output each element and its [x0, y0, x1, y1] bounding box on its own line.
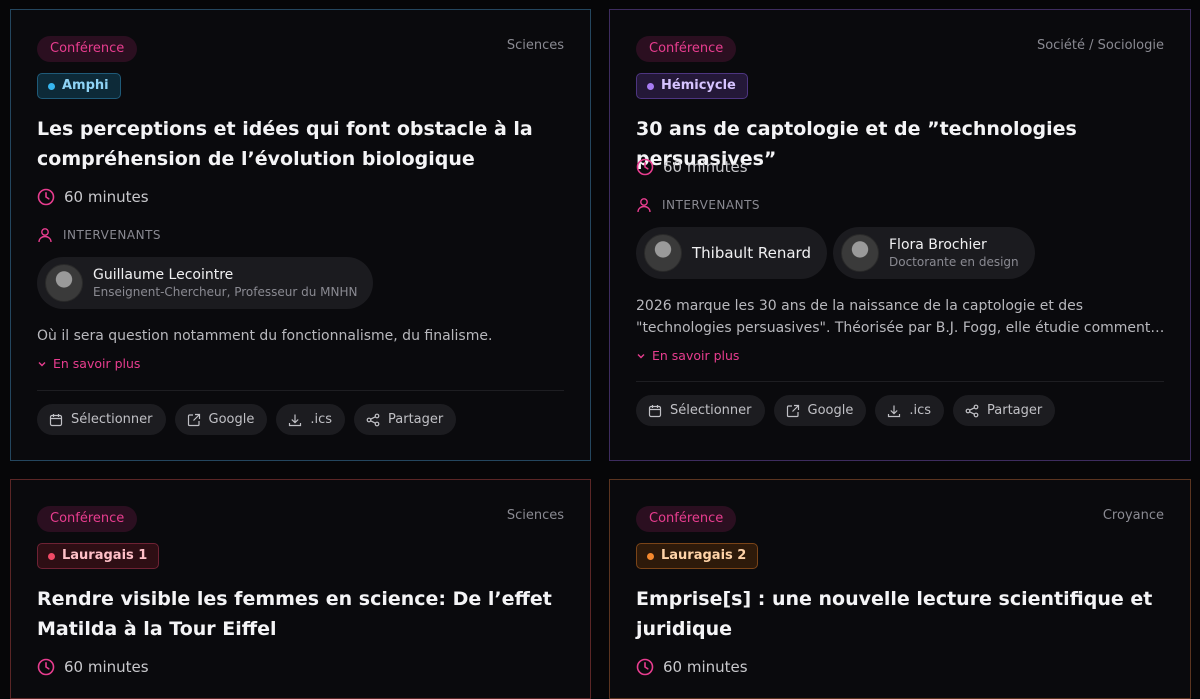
event-type-badge: Conférence	[636, 506, 737, 532]
speaker-avatar	[45, 264, 83, 302]
calendar-icon	[49, 413, 63, 426]
event-title: Rendre visible les femmes en science: De…	[37, 588, 552, 640]
event-type-badge: Conférence	[636, 36, 737, 62]
room-label: Amphi	[62, 78, 109, 93]
room-badge: Amphi	[37, 73, 121, 99]
room-dot-icon	[48, 82, 55, 90]
person-icon	[637, 198, 651, 213]
event-category: Sciences	[506, 38, 564, 53]
event-duration: 60 minutes	[636, 658, 748, 676]
event-title: Emprise[s] : une nouvelle lecture scient…	[636, 588, 1153, 640]
chevron-down-icon	[637, 353, 645, 358]
event-title: Les perceptions et idées qui font obstac…	[37, 118, 533, 170]
event-duration: 60 minutes	[37, 188, 149, 206]
room-badge: Hémicycle	[636, 73, 748, 99]
duration-text: 60 minutes	[663, 658, 748, 676]
clock-icon	[37, 188, 55, 206]
room-label: Lauragais 1	[62, 548, 148, 563]
google-button[interactable]: Google	[773, 395, 867, 426]
event-description: Où il sera question notamment du fonctio…	[37, 328, 493, 344]
event-card-4: Conférence Croyance Lauragais 2 Emprise[…	[609, 479, 1191, 699]
action-bar: Sélectionner Google .ics Partager	[37, 404, 457, 435]
person-icon	[38, 228, 52, 243]
room-dot-icon	[647, 552, 654, 560]
event-duration: 60 minutes	[37, 658, 149, 676]
download-icon	[289, 414, 302, 426]
event-card-3: Conférence Sciences Lauragais 1 Rendre v…	[10, 479, 591, 699]
select-label: Sélectionner	[670, 403, 752, 418]
speaker-name: Flora Brochier	[889, 237, 987, 253]
room-badge: Lauragais 2	[636, 543, 759, 569]
google-button[interactable]: Google	[174, 404, 268, 435]
event-duration: 60 minutes	[636, 158, 748, 176]
room-label: Hémicycle	[661, 78, 736, 93]
event-category: Société / Sociologie	[1036, 38, 1164, 53]
speakers-label: INTERVENANTS	[63, 228, 162, 242]
event-category: Sciences	[506, 508, 564, 523]
event-type-badge: Conférence	[37, 36, 138, 62]
duration-text: 60 minutes	[64, 658, 149, 676]
event-card-1: Conférence Sciences Amphi Les perception…	[10, 9, 591, 461]
event-category: Croyance	[1102, 508, 1164, 523]
speaker-chip[interactable]: Thibault Renard	[636, 227, 827, 279]
speaker-avatar	[841, 234, 879, 272]
room-label: Lauragais 2	[661, 548, 747, 563]
room-badge: Lauragais 1	[37, 543, 160, 569]
room-dot-icon	[647, 82, 654, 90]
more-link[interactable]: En savoir plus	[37, 356, 140, 371]
speaker-avatar	[644, 234, 682, 272]
clock-icon	[636, 658, 654, 676]
clock-icon	[37, 658, 55, 676]
speakers-label: INTERVENANTS	[662, 198, 761, 212]
ics-button[interactable]: .ics	[875, 395, 945, 426]
divider	[37, 390, 564, 391]
room-dot-icon	[48, 552, 55, 560]
speakers-heading: INTERVENANTS	[37, 227, 161, 243]
ics-button[interactable]: .ics	[276, 404, 346, 435]
share-icon	[366, 413, 380, 426]
duration-text: 60 minutes	[64, 188, 149, 206]
share-label: Partager	[388, 412, 444, 427]
speaker-role: Enseignent-Chercheur, Professeur du MNHN	[93, 285, 358, 299]
share-button[interactable]: Partager	[953, 395, 1056, 426]
ics-label: .ics	[310, 412, 333, 427]
external-link-icon	[786, 404, 799, 417]
ics-label: .ics	[909, 403, 932, 418]
speaker-role: Doctorante en design	[889, 255, 1019, 269]
select-button[interactable]: Sélectionner	[37, 404, 166, 435]
calendar-icon	[648, 404, 662, 417]
speaker-name: Guillaume Lecointre	[93, 267, 234, 283]
clock-icon	[636, 158, 654, 176]
more-link[interactable]: En savoir plus	[636, 348, 739, 363]
external-link-icon	[187, 413, 200, 426]
share-icon	[965, 404, 979, 417]
more-label: En savoir plus	[652, 348, 740, 363]
divider	[636, 381, 1164, 382]
speaker-chip[interactable]: Flora Brochier Doctorante en design	[833, 227, 1035, 279]
duration-text: 60 minutes	[663, 158, 748, 176]
select-button[interactable]: Sélectionner	[636, 395, 765, 426]
download-icon	[888, 405, 901, 417]
chevron-down-icon	[38, 361, 46, 366]
more-label: En savoir plus	[53, 356, 141, 371]
google-label: Google	[208, 412, 255, 427]
action-bar: Sélectionner Google .ics Partager	[636, 395, 1056, 426]
share-button[interactable]: Partager	[354, 404, 457, 435]
event-description: 2026 marque les 30 ans de la naissance d…	[636, 298, 1165, 336]
share-label: Partager	[987, 403, 1043, 418]
speaker-name: Thibault Renard	[692, 244, 811, 262]
event-type-badge: Conférence	[37, 506, 138, 532]
google-label: Google	[807, 403, 854, 418]
select-label: Sélectionner	[71, 412, 153, 427]
speakers-heading: INTERVENANTS	[636, 197, 760, 213]
speaker-chip[interactable]: Guillaume Lecointre Enseignent-Chercheur…	[37, 257, 374, 309]
event-card-2: Conférence Société / Sociologie Hémicycl…	[609, 9, 1191, 461]
